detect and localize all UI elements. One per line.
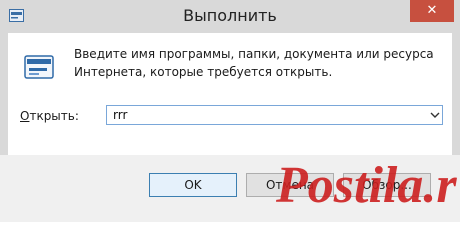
watermark-text: Postila.ru [275,157,458,214]
open-label: Открыть: [20,108,79,124]
title-bar[interactable]: Выполнить ✕ [0,0,460,33]
description-text: Введите имя программы, папки, документа … [74,47,434,79]
dialog-content: Введите имя программы, папки, документа … [8,33,452,155]
close-button[interactable]: ✕ [410,0,454,22]
ok-button[interactable]: OK [149,173,237,197]
chevron-down-icon[interactable] [430,111,440,119]
run-icon [24,55,54,79]
open-label-text: ткрыть: [29,109,79,123]
open-combobox-value[interactable]: rrr [113,107,127,123]
run-dialog: Выполнить ✕ Введите имя программы, папки… [0,0,460,222]
watermark: Postila.ru [275,157,458,214]
open-combobox[interactable]: rrr [106,105,443,125]
close-icon: ✕ [426,3,438,18]
window-title: Выполнить [183,6,277,25]
